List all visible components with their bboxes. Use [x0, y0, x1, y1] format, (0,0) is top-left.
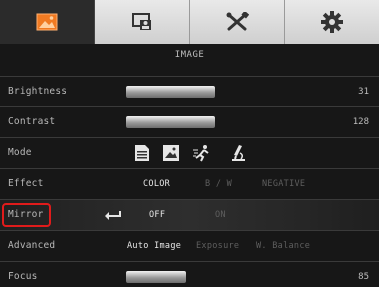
mirror-option-on[interactable]: ON — [215, 200, 226, 230]
contrast-value: 128 — [352, 117, 369, 127]
photo-mode-icon[interactable] — [162, 144, 180, 162]
image-icon — [36, 13, 58, 31]
tab-tools[interactable] — [190, 0, 285, 44]
effect-row[interactable]: Effect COLOR B / W NEGATIVE — [0, 169, 379, 200]
effect-option-negative[interactable]: NEGATIVE — [262, 169, 305, 199]
advanced-option-auto-image[interactable]: Auto Image — [127, 231, 181, 261]
advanced-row[interactable]: Advanced Auto Image Exposure W. Balance — [0, 231, 379, 262]
brightness-label: Brightness — [8, 86, 68, 97]
mirror-row[interactable]: Mirror OFF ON — [0, 200, 379, 231]
tab-bar — [0, 0, 379, 44]
enter-icon — [105, 211, 121, 220]
advanced-option-white-balance[interactable]: W. Balance — [256, 231, 310, 261]
presenter-icon — [132, 13, 151, 30]
tab-presenter[interactable] — [95, 0, 190, 44]
advanced-label: Advanced — [8, 240, 56, 251]
effect-option-color[interactable]: COLOR — [143, 169, 170, 199]
focus-value: 85 — [358, 272, 369, 282]
mode-label: Mode — [8, 147, 32, 158]
osd-menu: IMAGE Brightness 31 Contrast 128 Mode Ef… — [0, 0, 379, 287]
mode-row[interactable]: Mode — [0, 138, 379, 169]
mirror-option-off[interactable]: OFF — [149, 200, 165, 230]
focus-slider[interactable] — [126, 271, 186, 283]
effect-label: Effect — [8, 178, 44, 189]
mirror-label: Mirror — [8, 209, 44, 220]
brightness-value: 31 — [358, 87, 369, 97]
contrast-row[interactable]: Contrast 128 — [0, 107, 379, 138]
tools-icon — [226, 12, 249, 31]
focus-label: Focus — [8, 271, 38, 282]
motion-mode-icon[interactable] — [192, 144, 212, 162]
page-title: IMAGE — [174, 50, 205, 60]
tab-settings[interactable] — [285, 0, 379, 44]
microscope-mode-icon[interactable] — [230, 144, 246, 162]
effect-option-bw[interactable]: B / W — [205, 169, 232, 199]
contrast-label: Contrast — [8, 116, 56, 127]
brightness-slider[interactable] — [126, 86, 215, 98]
focus-row[interactable]: Focus 85 — [0, 262, 379, 287]
gear-icon — [321, 11, 343, 33]
advanced-option-exposure[interactable]: Exposure — [196, 231, 239, 261]
brightness-row[interactable]: Brightness 31 — [0, 76, 379, 107]
document-mode-icon[interactable] — [134, 144, 150, 162]
tab-image[interactable] — [0, 0, 95, 44]
contrast-slider[interactable] — [126, 116, 215, 128]
